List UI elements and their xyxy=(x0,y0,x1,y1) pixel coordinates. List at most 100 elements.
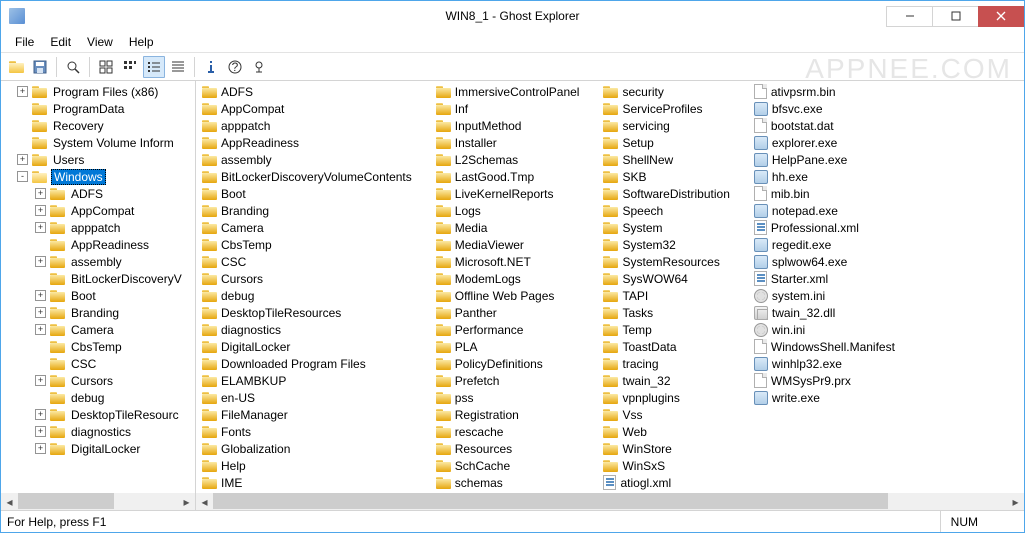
tree-item[interactable]: +diagnostics xyxy=(1,423,195,440)
list-item[interactable]: AppReadiness xyxy=(202,134,428,151)
list-item[interactable]: Web xyxy=(603,423,745,440)
list-item[interactable]: mib.bin xyxy=(754,185,911,202)
minimize-button[interactable] xyxy=(886,6,932,27)
list-item[interactable]: Resources xyxy=(436,440,596,457)
list-item[interactable]: WindowsShell.Manifest xyxy=(754,338,911,355)
list-item[interactable]: explorer.exe xyxy=(754,134,911,151)
list-item[interactable]: ModemLogs xyxy=(436,270,596,287)
scroll-left-icon[interactable]: ◂ xyxy=(196,493,213,510)
list-item[interactable]: Downloaded Program Files xyxy=(202,355,428,372)
tree-item[interactable]: +AppCompat xyxy=(1,202,195,219)
save-button[interactable] xyxy=(29,56,51,78)
list-item[interactable]: ToastData xyxy=(603,338,745,355)
menu-file[interactable]: File xyxy=(7,33,42,51)
view-large-icons-button[interactable] xyxy=(95,56,117,78)
list-item[interactable]: assembly xyxy=(202,151,428,168)
tree-item[interactable]: BitLockerDiscoveryV xyxy=(1,270,195,287)
list-item[interactable]: HelpPane.exe xyxy=(754,151,911,168)
list-item[interactable]: LiveKernelReports xyxy=(436,185,596,202)
list-item[interactable]: CSC xyxy=(202,253,428,270)
list-item[interactable]: Camera xyxy=(202,219,428,236)
list-item[interactable]: Professional.xml xyxy=(754,219,911,236)
list-item[interactable]: Branding xyxy=(202,202,428,219)
list-item[interactable]: DigitalLocker xyxy=(202,338,428,355)
scroll-right-icon[interactable]: ▸ xyxy=(178,493,195,510)
expand-icon[interactable]: + xyxy=(35,222,46,233)
tree-item[interactable]: +apppatch xyxy=(1,219,195,236)
list-item[interactable]: security xyxy=(603,83,745,100)
expand-icon[interactable]: + xyxy=(35,443,46,454)
list-item[interactable]: splwow64.exe xyxy=(754,253,911,270)
list-item[interactable]: WinStore xyxy=(603,440,745,457)
list-item[interactable]: Logs xyxy=(436,202,596,219)
list-item[interactable]: notepad.exe xyxy=(754,202,911,219)
tree-item[interactable]: +Users xyxy=(1,151,195,168)
tree-item[interactable]: CbsTemp xyxy=(1,338,195,355)
list-item[interactable]: vpnplugins xyxy=(603,389,745,406)
info-button[interactable] xyxy=(200,56,222,78)
list-item[interactable]: apppatch xyxy=(202,117,428,134)
menu-edit[interactable]: Edit xyxy=(42,33,79,51)
expand-icon[interactable]: + xyxy=(35,205,46,216)
list-item[interactable]: diagnostics xyxy=(202,321,428,338)
tree-item[interactable]: +Camera xyxy=(1,321,195,338)
tree-item[interactable]: CSC xyxy=(1,355,195,372)
list-item[interactable]: SoftwareDistribution xyxy=(603,185,745,202)
list-item[interactable]: LastGood.Tmp xyxy=(436,168,596,185)
list-item[interactable]: rescache xyxy=(436,423,596,440)
tree-item[interactable]: System Volume Inform xyxy=(1,134,195,151)
list-item[interactable]: BitLockerDiscoveryVolumeContents xyxy=(202,168,428,185)
tree-item[interactable]: ProgramData xyxy=(1,100,195,117)
list-item[interactable]: AppCompat xyxy=(202,100,428,117)
tree-item[interactable]: +ADFS xyxy=(1,185,195,202)
view-small-icons-button[interactable] xyxy=(119,56,141,78)
list-item[interactable]: ADFS xyxy=(202,83,428,100)
update-button[interactable] xyxy=(248,56,270,78)
list-item[interactable]: win.ini xyxy=(754,321,911,338)
list-item[interactable]: Vss xyxy=(603,406,745,423)
expand-icon[interactable]: + xyxy=(35,256,46,267)
tree-item[interactable]: +Boot xyxy=(1,287,195,304)
list-item[interactable]: tracing xyxy=(603,355,745,372)
open-button[interactable] xyxy=(5,56,27,78)
list-item[interactable]: ServiceProfiles xyxy=(603,100,745,117)
list-item[interactable]: SKB xyxy=(603,168,745,185)
expand-icon[interactable]: + xyxy=(35,426,46,437)
view-details-button[interactable] xyxy=(167,56,189,78)
list-item[interactable]: Globalization xyxy=(202,440,428,457)
list-item[interactable]: Microsoft.NET xyxy=(436,253,596,270)
list-item[interactable]: TAPI xyxy=(603,287,745,304)
list-item[interactable]: ELAMBKUP xyxy=(202,372,428,389)
scroll-track[interactable] xyxy=(18,493,178,510)
expand-icon[interactable]: + xyxy=(35,375,46,386)
list-item[interactable]: Tasks xyxy=(603,304,745,321)
tree-item[interactable]: debug xyxy=(1,389,195,406)
list-item[interactable]: Media xyxy=(436,219,596,236)
list-item[interactable]: ShellNew xyxy=(603,151,745,168)
list-item[interactable]: Starter.xml xyxy=(754,270,911,287)
list-item[interactable]: SysWOW64 xyxy=(603,270,745,287)
list-item[interactable]: Speech xyxy=(603,202,745,219)
list-h-scrollbar[interactable]: ◂ ▸ xyxy=(196,493,1024,510)
tree-item[interactable]: +Program Files (x86) xyxy=(1,83,195,100)
tree-h-scrollbar[interactable]: ◂ ▸ xyxy=(1,493,195,510)
list-item[interactable]: Performance xyxy=(436,321,596,338)
expand-icon[interactable]: + xyxy=(35,188,46,199)
maximize-button[interactable] xyxy=(932,6,978,27)
list-item[interactable]: Prefetch xyxy=(436,372,596,389)
list-item[interactable]: InputMethod xyxy=(436,117,596,134)
scroll-right-icon[interactable]: ▸ xyxy=(1007,493,1024,510)
list-item[interactable]: DesktopTileResources xyxy=(202,304,428,321)
list-item[interactable]: bfsvc.exe xyxy=(754,100,911,117)
list-item[interactable]: Setup xyxy=(603,134,745,151)
list-item[interactable]: ImmersiveControlPanel xyxy=(436,83,596,100)
list-item[interactable]: Temp xyxy=(603,321,745,338)
list-item[interactable]: Inf xyxy=(436,100,596,117)
expand-icon[interactable]: + xyxy=(35,290,46,301)
menu-help[interactable]: Help xyxy=(121,33,162,51)
list-item[interactable]: pss xyxy=(436,389,596,406)
list-item[interactable]: SystemResources xyxy=(603,253,745,270)
list-item[interactable]: write.exe xyxy=(754,389,911,406)
list-item[interactable]: WinSxS xyxy=(603,457,745,474)
list-item[interactable]: Panther xyxy=(436,304,596,321)
